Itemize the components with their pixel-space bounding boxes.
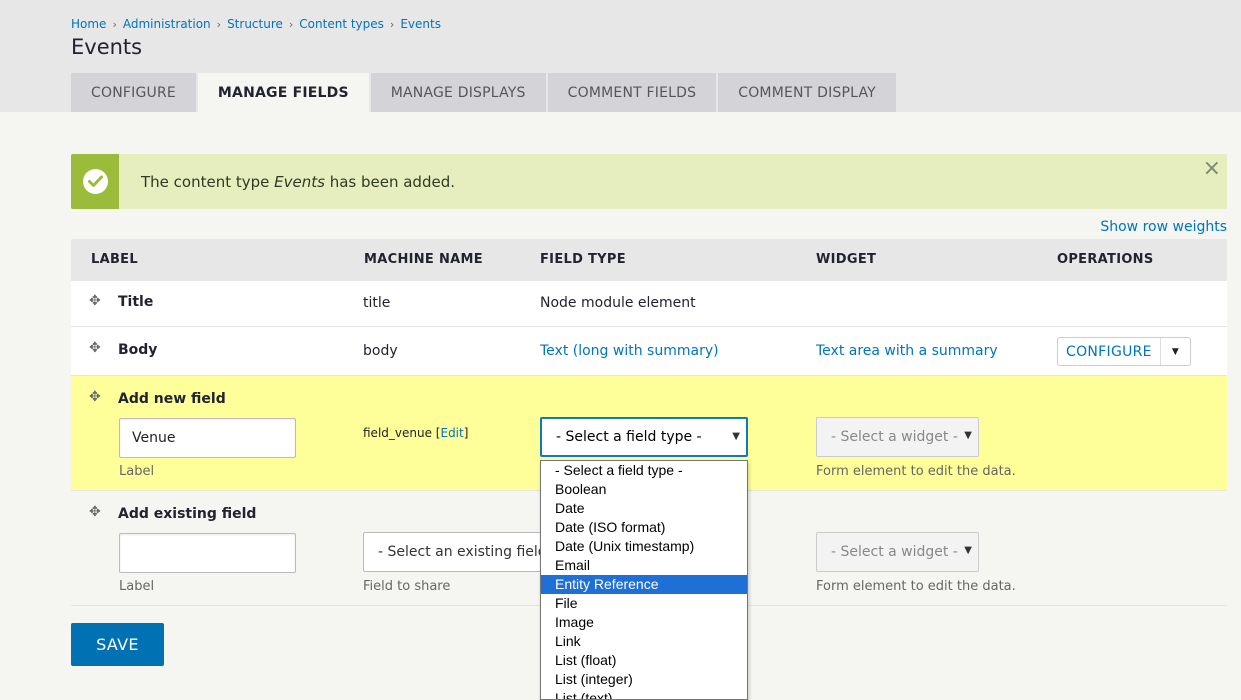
configure-button[interactable]: CONFIGURE [1058,338,1161,365]
status-text-prefix: The content type [141,172,275,191]
field-type-dropdown-list: - Select a field type - Boolean Date Dat… [540,460,748,700]
breadcrumb-home[interactable]: Home [71,17,106,31]
table-header: LABEL MACHINE NAME FIELD TYPE WIDGET OPE… [71,239,1227,281]
header-operations: OPERATIONS [1057,252,1154,267]
existing-field-label-input[interactable] [119,533,296,573]
status-message: The content type Events has been added. … [71,154,1227,209]
row-label: Body [118,342,158,358]
dropdown-option[interactable]: List (text) [541,689,747,699]
page-header: Home › Administration › Structure › Content… [0,0,1241,112]
dropdown-option-highlighted[interactable]: Entity Reference [541,575,747,594]
drag-handle-icon[interactable]: ✥ [89,505,103,519]
page-title: Events [71,35,143,59]
add-new-field-title: Add new field [118,391,226,407]
dropdown-option[interactable]: List (float) [541,651,747,670]
dropdown-option[interactable]: List (integer) [541,670,747,689]
drag-handle-icon[interactable]: ✥ [89,341,103,355]
new-field-label-help: Label [119,464,155,479]
existing-field-label-help: Label [119,579,155,594]
tab-manage-fields[interactable]: MANAGE FIELDS [197,73,369,112]
status-text-name: Events [274,172,325,191]
dropdown-option[interactable]: Boolean [541,480,747,499]
machine-name-value: field_venue [363,426,432,440]
chevron-right-icon: › [216,17,222,31]
status-text: The content type Events has been added. [141,173,455,191]
close-icon[interactable]: × [1203,158,1221,180]
check-icon [82,169,108,194]
header-machine-name: MACHINE NAME [364,252,483,267]
row-machine-name: title [363,295,391,311]
widget-select-value: - Select a widget - [831,429,958,445]
header-widget: WIDGET [816,252,877,267]
status-icon-box [71,154,119,209]
breadcrumb-content-types[interactable]: Content types [299,17,384,31]
header-label: LABEL [91,252,138,267]
configure-dropbutton: CONFIGURE ▼ [1057,337,1191,366]
existing-field-help: Field to share [363,579,451,594]
header-field-type: FIELD TYPE [540,252,626,267]
field-type-select[interactable]: - Select a field type - ▼ [540,417,748,457]
chevron-down-icon: ▼ [964,545,972,556]
field-type-select-value: - Select a field type - [556,429,702,445]
save-button[interactable]: SAVE [71,623,164,666]
chevron-right-icon: › [389,17,395,31]
dropdown-option[interactable]: - Select a field type - [541,461,747,480]
tab-manage-displays[interactable]: MANAGE DISPLAYS [370,73,546,112]
row-machine-name: body [363,343,398,359]
primary-tabs: CONFIGURE MANAGE FIELDS MANAGE DISPLAYS … [71,73,898,112]
widget-select-value: - Select a widget - [831,544,958,560]
tab-configure[interactable]: CONFIGURE [71,73,196,112]
row-field-type-link[interactable]: Text (long with summary) [540,343,719,359]
status-text-suffix: has been added. [324,172,455,191]
chevron-right-icon: › [112,17,117,31]
table-row: ✥ Body body Text (long with summary) Tex… [71,327,1227,376]
row-field-type: Node module element [540,295,696,311]
chevron-down-icon: ▼ [732,431,740,442]
new-field-widget-select[interactable]: - Select a widget - ▼ [816,417,979,457]
breadcrumb-events[interactable]: Events [400,17,441,31]
breadcrumb: Home › Administration › Structure › Content… [71,17,441,31]
dropdown-option[interactable]: Image [541,613,747,632]
new-field-widget-help: Form element to edit the data. [816,464,1016,479]
dropdown-option[interactable]: Link [541,632,747,651]
edit-machine-name-link[interactable]: Edit [440,426,463,440]
dropdown-option[interactable]: File [541,594,747,613]
chevron-down-icon[interactable]: ▼ [1161,338,1190,365]
drag-handle-icon[interactable]: ✥ [89,294,103,308]
new-field-label-input[interactable]: Venue [119,418,296,458]
dropdown-option[interactable]: Date [541,499,747,518]
tab-comment-display[interactable]: COMMENT DISPLAY [718,73,896,112]
dropdown-option[interactable]: Email [541,556,747,575]
table-row: ✥ Title title Node module element [71,281,1227,327]
chevron-right-icon: › [288,17,294,31]
existing-field-widget-select[interactable]: - Select a widget - ▼ [816,532,979,572]
breadcrumb-structure[interactable]: Structure [227,17,283,31]
drag-handle-icon[interactable]: ✥ [89,390,103,404]
row-widget-link[interactable]: Text area with a summary [816,343,998,359]
row-label: Title [118,294,154,310]
dropdown-option[interactable]: Date (ISO format) [541,518,747,537]
existing-field-widget-help: Form element to edit the data. [816,579,1016,594]
show-row-weights-link[interactable]: Show row weights [1100,219,1227,235]
existing-field-select-value: - Select an existing field - [378,544,557,560]
new-field-machine-name: field_venue [Edit] [363,426,469,440]
tab-comment-fields[interactable]: COMMENT FIELDS [547,73,717,112]
dropdown-option[interactable]: Date (Unix timestamp) [541,537,747,556]
breadcrumb-administration[interactable]: Administration [123,17,211,31]
chevron-down-icon: ▼ [964,430,972,441]
add-existing-field-title: Add existing field [118,506,257,522]
